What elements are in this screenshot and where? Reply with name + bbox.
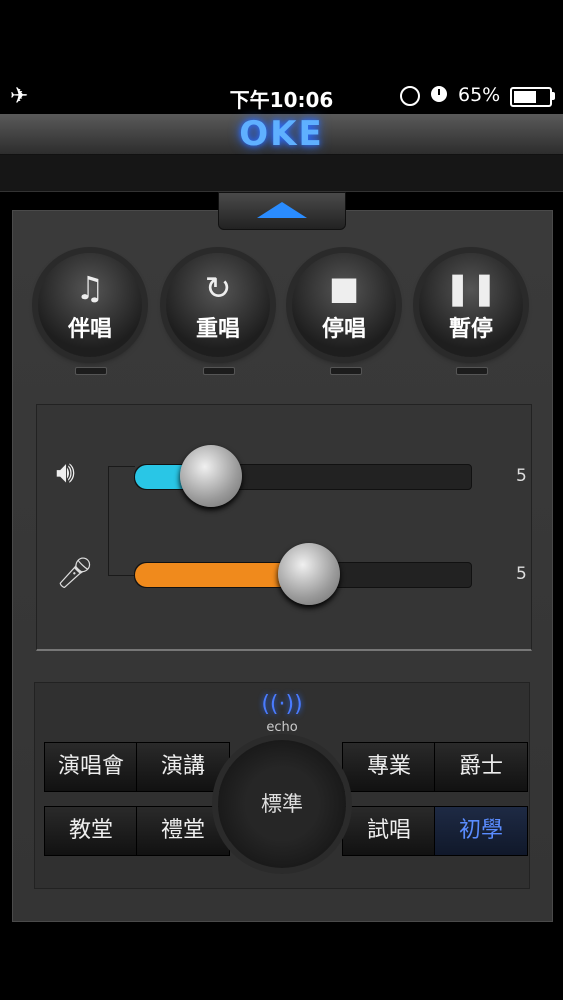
standard-button[interactable]: 標準: [218, 740, 346, 868]
pause-label: 暫停: [448, 317, 493, 342]
standard-label: 標準: [261, 792, 303, 816]
mode-concert[interactable]: 演唱會: [44, 742, 138, 792]
mode-speech[interactable]: 演講: [136, 742, 230, 792]
speaker-icon: 🔊︎: [56, 455, 75, 490]
slider-connector: [108, 466, 135, 576]
microphone-icon: 🎤︎: [56, 556, 95, 591]
sub-toolbar: [0, 155, 563, 192]
indicator-led: [456, 367, 488, 375]
mic-knob[interactable]: [277, 543, 340, 605]
accompaniment-button[interactable]: ♫ 伴唱: [38, 253, 142, 357]
mode-jazz[interactable]: 爵士: [434, 742, 528, 792]
echo-wave-icon: ((·)): [261, 692, 303, 717]
volume-value: 5: [516, 466, 527, 486]
status-bar: ✈ 下午10:06 65%: [0, 78, 563, 114]
replay-icon: ↻: [204, 269, 232, 307]
stop-label: 停唱: [321, 317, 366, 342]
mode-hall[interactable]: 禮堂: [136, 806, 230, 856]
music-note-icon: ♫: [75, 269, 105, 307]
battery-icon: [510, 87, 552, 107]
indicator-led: [75, 367, 107, 375]
battery-percent: 65%: [458, 84, 501, 106]
stop-icon: ■: [328, 269, 360, 307]
alarm-icon: [431, 86, 447, 102]
app-logo: OKE: [239, 114, 324, 154]
replay-label: 重唱: [195, 317, 240, 342]
accompaniment-label: 伴唱: [67, 317, 112, 342]
stop-button[interactable]: ■ 停唱: [292, 253, 396, 357]
mode-pro[interactable]: 專業: [342, 742, 436, 792]
indicator-led: [203, 367, 235, 375]
replay-button[interactable]: ↻ 重唱: [166, 253, 270, 357]
chevron-up-icon: [257, 202, 307, 218]
indicator-led: [330, 367, 362, 375]
battery-tip: [552, 92, 555, 100]
echo-label: echo: [266, 720, 298, 735]
app-header: OKE: [0, 114, 563, 155]
pause-icon: ❚❚: [444, 269, 498, 307]
mic-value: 5: [516, 564, 527, 584]
mode-church[interactable]: 教堂: [44, 806, 138, 856]
collapse-tab-button[interactable]: [218, 192, 346, 230]
pause-button[interactable]: ❚❚ 暫停: [419, 253, 523, 357]
rotation-lock-icon: [400, 86, 420, 106]
battery-level: [514, 91, 537, 103]
volume-knob[interactable]: [180, 445, 243, 507]
mode-beginner[interactable]: 初學: [434, 806, 528, 856]
mode-trial[interactable]: 試唱: [342, 806, 436, 856]
